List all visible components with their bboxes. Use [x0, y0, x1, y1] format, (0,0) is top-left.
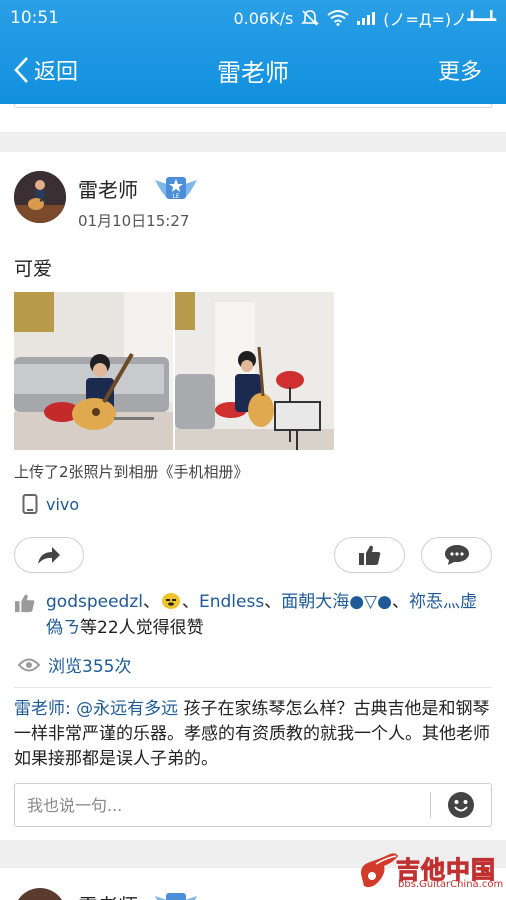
- avatar-guitarist-image: [14, 171, 66, 223]
- watermark-url: bbs.GuitarChina.com: [398, 879, 504, 890]
- network-speed: 0.06K/s: [233, 8, 294, 28]
- mute-icon: [301, 10, 320, 26]
- badge-text: LE: [172, 193, 179, 200]
- input-separator: [430, 792, 431, 818]
- avatar[interactable]: [14, 171, 66, 223]
- author-name[interactable]: 雷老师: [78, 890, 138, 900]
- child-playing-guitar-photo: [14, 292, 173, 450]
- likes-summary: godspeedzl、 、Endless、面朝大海●▽●、祢忢灬虚偽ㄋ等22人觉得…: [14, 589, 492, 641]
- emoji-icon[interactable]: [447, 791, 475, 819]
- previous-post-bottom: [0, 104, 506, 132]
- thumb-up-icon: [15, 594, 35, 613]
- comment-author[interactable]: 雷老师:: [14, 699, 71, 719]
- status-time: 10:51: [10, 8, 59, 28]
- back-button[interactable]: 返回: [12, 54, 78, 86]
- more-button[interactable]: 更多: [438, 54, 494, 86]
- upload-note: 上传了2张照片到相册《手机相册》: [14, 463, 249, 481]
- comment-input[interactable]: [27, 784, 417, 826]
- chevron-left-icon: [14, 57, 28, 83]
- view-count-text: 浏览355次: [48, 657, 132, 677]
- back-label: 返回: [34, 60, 79, 85]
- comment-icon: [444, 545, 469, 565]
- liker-name[interactable]: 面朝大海●▽●: [281, 592, 392, 612]
- like-button[interactable]: [334, 537, 405, 573]
- share-button[interactable]: [14, 537, 84, 573]
- comment-item[interactable]: 雷老师: @永远有多远 孩子在家练琴怎么样？古典吉他是和钢琴一样非常严谨的乐器。…: [14, 697, 492, 772]
- post-date: 01月10日15:27: [78, 212, 190, 230]
- eye-icon: [18, 658, 40, 671]
- site-watermark: 吉他中国 bbs.GuitarChina.com: [356, 848, 504, 896]
- level-badge-icon: LE: [155, 177, 197, 200]
- liker-avatar-emoji-icon[interactable]: [160, 590, 182, 610]
- device-info: vivo: [22, 494, 79, 514]
- device-name[interactable]: vivo: [46, 495, 79, 514]
- previous-input-edge: [14, 104, 492, 108]
- share-icon: [38, 547, 60, 564]
- divider: [14, 687, 492, 688]
- post-photo-1[interactable]: [14, 292, 173, 450]
- level-badge-icon: [155, 893, 197, 900]
- post-text: 可爱: [14, 258, 53, 280]
- liker-name[interactable]: Endless: [199, 592, 264, 612]
- child-playing-guitar-photo: [175, 292, 334, 450]
- post-card: 雷老师 LE 01月10日15:27 可爱 上传了2张照片到相册《手机相册》 v…: [0, 152, 506, 840]
- liker-name[interactable]: godspeedzl: [46, 592, 143, 612]
- top-bar: 10:51 0.06K/s (ノ=Д=)ノ┻━┻ 返回 雷老师 更多: [0, 0, 506, 104]
- phone-icon: [22, 494, 38, 514]
- comment-input-box: [14, 783, 492, 827]
- view-count: 浏览355次: [18, 652, 131, 677]
- likes-count[interactable]: 等22人觉得很赞: [80, 618, 204, 638]
- signal-icon: [357, 11, 376, 25]
- avatar[interactable]: [14, 888, 66, 900]
- author-name[interactable]: 雷老师: [78, 174, 138, 203]
- status-emoticon: (ノ=Д=)ノ┻━┻: [383, 10, 496, 29]
- nav-bar: 返回 雷老师 更多: [0, 36, 506, 104]
- wifi-icon: [327, 10, 349, 26]
- thumb-up-icon: [358, 545, 380, 565]
- comment-button[interactable]: [421, 537, 492, 573]
- post-photo-2[interactable]: [175, 292, 334, 450]
- comment-mention[interactable]: @永远有多远: [76, 699, 178, 719]
- status-bar: 10:51 0.06K/s (ノ=Д=)ノ┻━┻: [0, 0, 506, 36]
